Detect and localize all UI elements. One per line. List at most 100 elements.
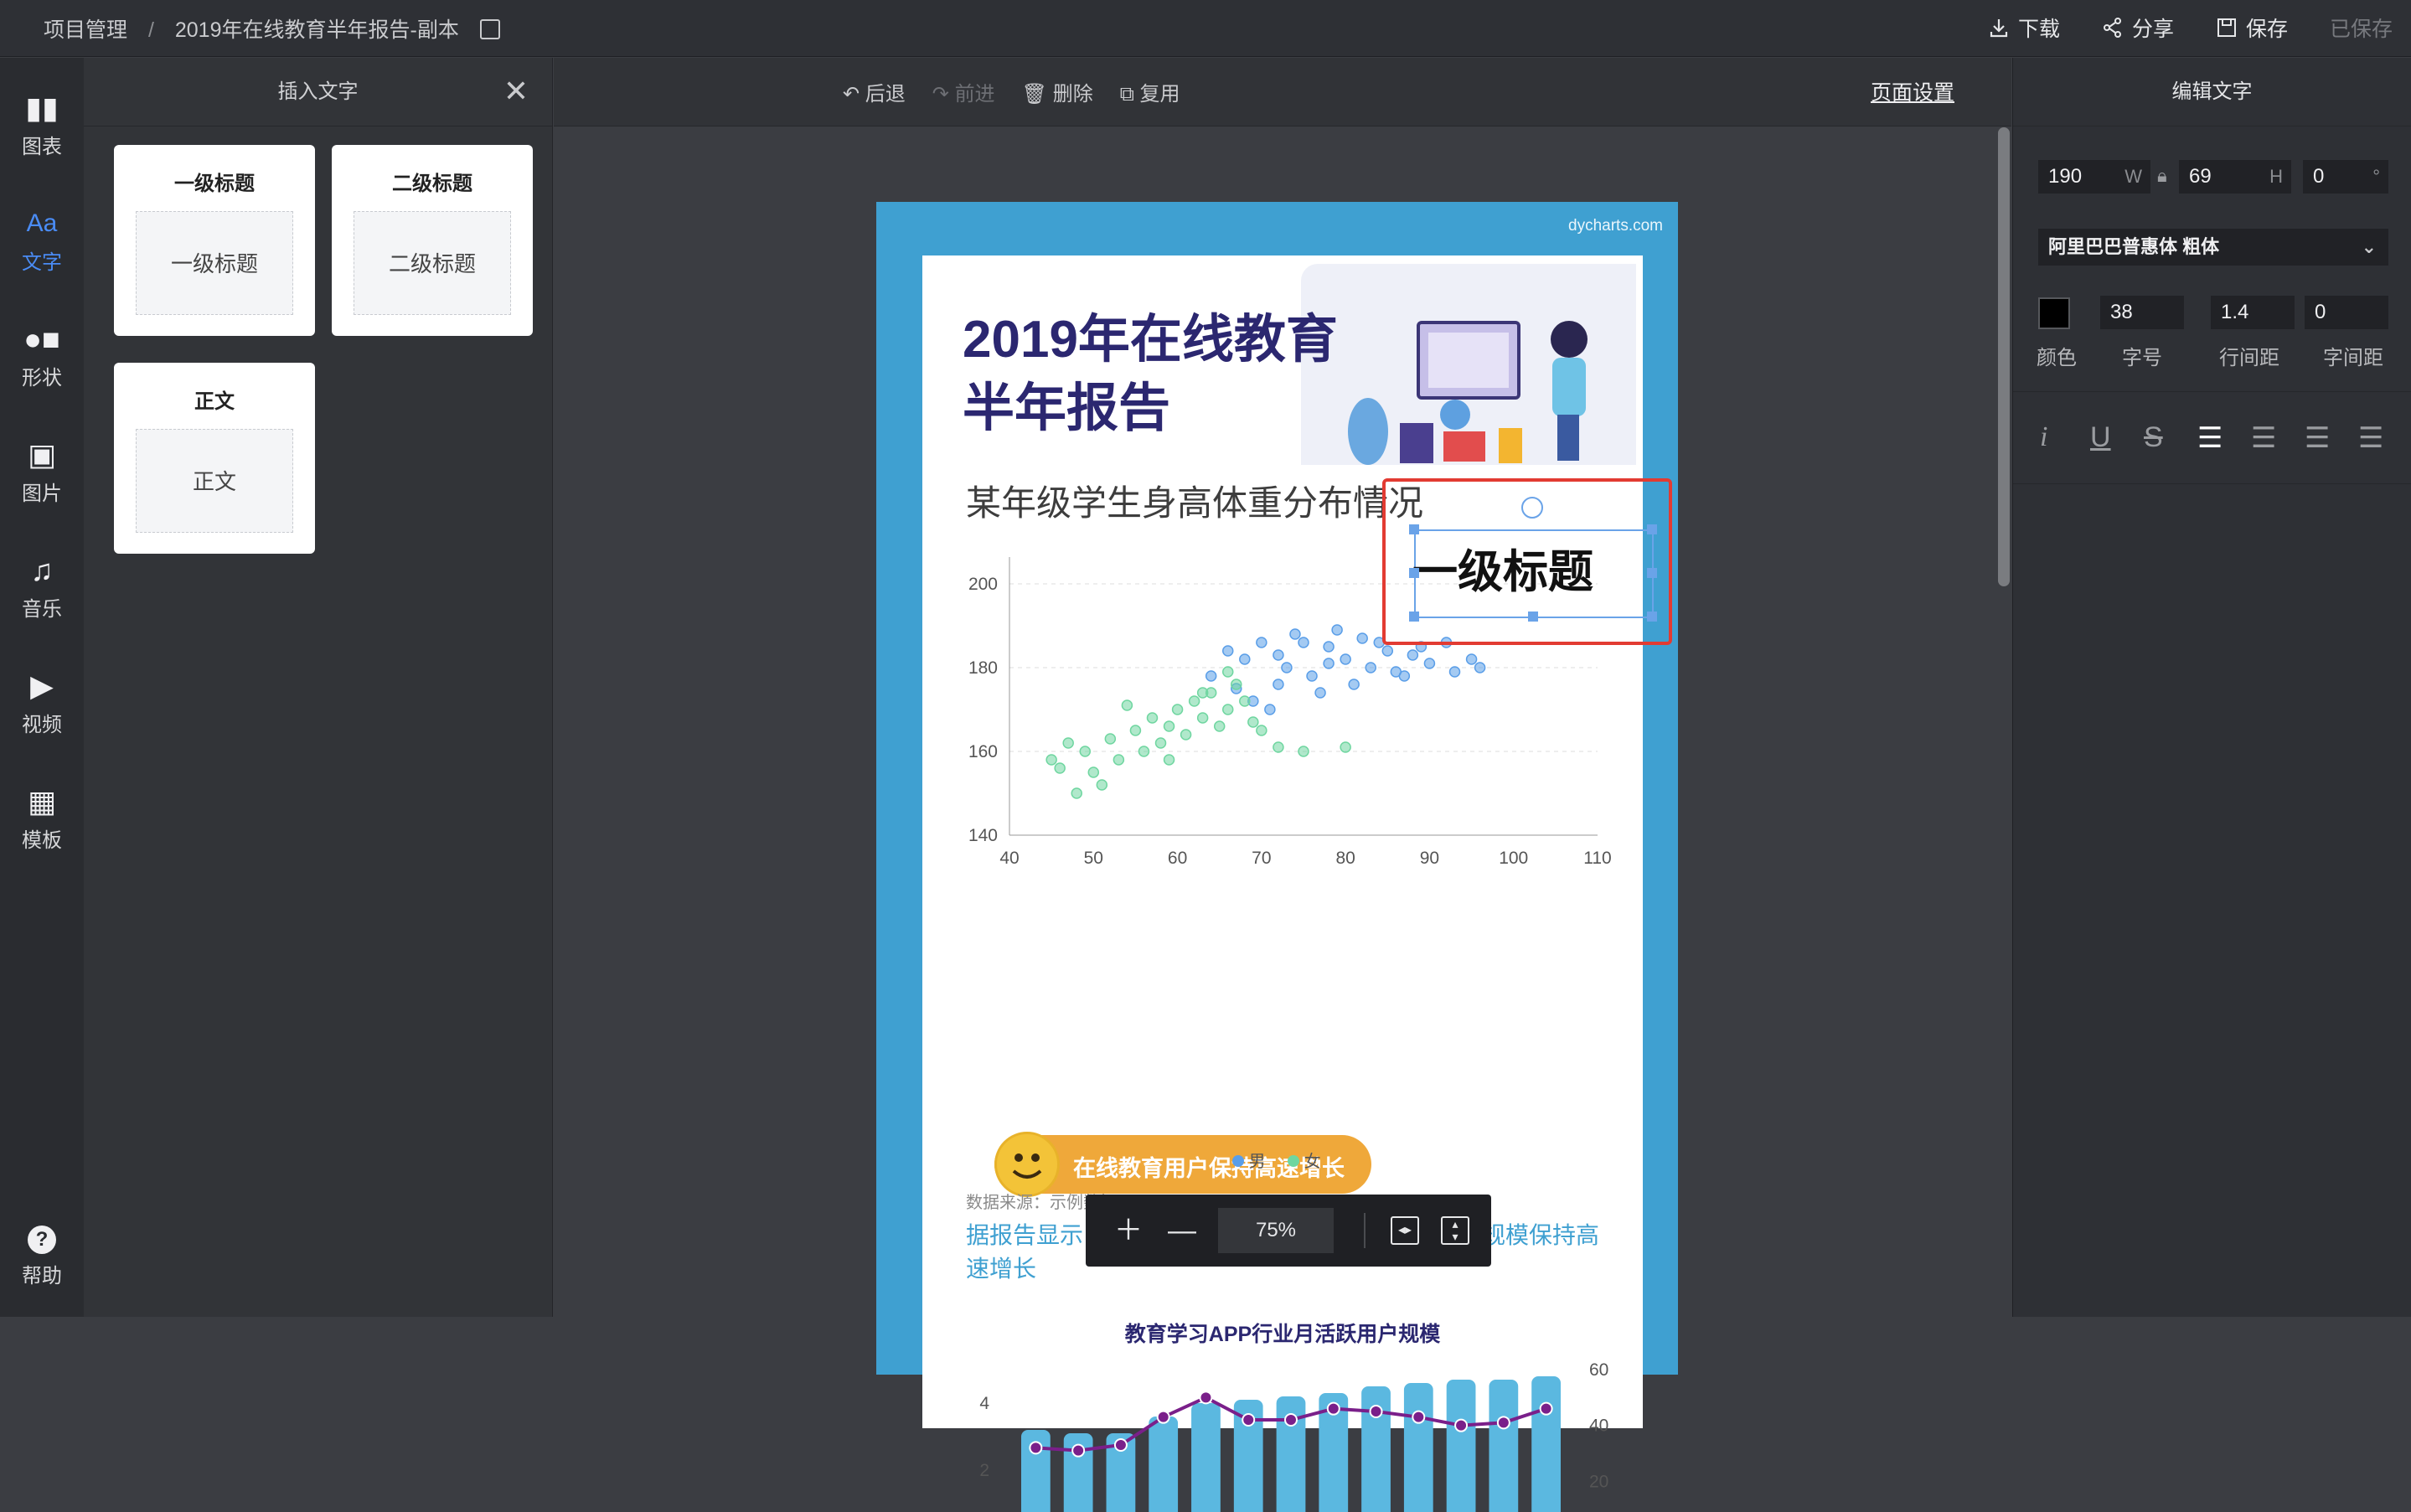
insert-text-panel: 插入文字 ✕ 一级标题 一级标题 二级标题 二级标题 正文 正文: [84, 58, 553, 1317]
sidebar-item-label: 文字: [22, 251, 62, 274]
chart-icon: ▮▮: [25, 90, 59, 125]
sidebar-item-text[interactable]: Aa 文字: [0, 207, 84, 275]
card-preview: 一级标题: [136, 211, 293, 315]
text-style-card-h1[interactable]: 一级标题 一级标题: [114, 145, 315, 336]
page-settings-link[interactable]: 页面设置: [1871, 76, 1954, 106]
line-point: [1284, 1413, 1298, 1427]
fit-width-icon[interactable]: ◂▸: [1391, 1216, 1419, 1245]
text-style-card-body[interactable]: 正文 正文: [114, 363, 315, 554]
sidebar-item-shape[interactable]: ●■ 形状: [0, 323, 84, 390]
strikethrough-icon[interactable]: S: [2144, 421, 2163, 454]
scatter-point: [1306, 670, 1318, 682]
scatter-point: [1239, 653, 1251, 665]
help-button[interactable]: ? 帮助: [0, 1226, 84, 1288]
sidebar-item-label: 模板: [22, 829, 62, 852]
x-tick-label: 70: [1252, 849, 1271, 868]
underline-icon[interactable]: U: [2090, 421, 2111, 454]
delete-button[interactable]: 🗑︎ 删除: [1022, 77, 1093, 106]
sidebar-item-label: 图片: [22, 482, 62, 505]
font-select[interactable]: 阿里巴巴普惠体 粗体 ⌄: [2038, 229, 2388, 266]
scatter-point: [1096, 779, 1108, 791]
font-size-value: 38: [2110, 301, 2133, 323]
sidebar-item-music[interactable]: ♫ 音乐: [0, 554, 84, 622]
scatter-point: [1298, 637, 1309, 648]
font-size-field[interactable]: 38: [2100, 296, 2184, 329]
letter-spacing-field[interactable]: 0: [2305, 296, 2388, 329]
x-tick-label: 90: [1420, 849, 1439, 868]
y-tick-label: 180: [968, 658, 998, 678]
italic-icon[interactable]: i: [2040, 421, 2047, 453]
sidebar-item-label: 形状: [22, 367, 62, 390]
scatter-point: [1474, 662, 1486, 673]
fit-height-icon[interactable]: ▴ ▾: [1441, 1216, 1469, 1245]
zoom-in-button[interactable]: ＋: [1114, 1210, 1143, 1251]
scatter-point: [1348, 679, 1360, 690]
scatter-point: [1340, 741, 1351, 753]
resize-handle-l[interactable]: [1409, 568, 1419, 578]
align-center-icon[interactable]: ☰: [2251, 421, 2276, 455]
save-icon: [2217, 18, 2236, 37]
color-swatch[interactable]: [2038, 297, 2070, 329]
scatter-point: [1331, 624, 1343, 636]
zoom-out-button[interactable]: —: [1168, 1210, 1196, 1251]
resize-handle-bl[interactable]: [1409, 612, 1419, 622]
help-icon: ?: [28, 1226, 56, 1254]
height-unit: H: [2269, 166, 2283, 187]
line-point: [1326, 1401, 1340, 1416]
resize-handle-b[interactable]: [1528, 612, 1538, 622]
bar-chart-title[interactable]: 教育学习APP行业月活跃用户规模: [922, 1318, 1643, 1348]
scatter-point: [1163, 754, 1175, 766]
y-right-tick-label: 60: [1589, 1360, 1608, 1380]
scatter-point: [1213, 720, 1226, 732]
card-title: 一级标题: [174, 173, 255, 195]
width-field[interactable]: 190 W: [2038, 160, 2150, 194]
save-button[interactable]: 保存: [2216, 13, 2288, 43]
sidebar-item-video[interactable]: ▶ 视频: [0, 669, 84, 737]
font-size-label: 字号: [2122, 347, 2162, 369]
scatter-point: [1231, 679, 1242, 690]
scatter-point: [1256, 637, 1267, 648]
zoom-control: ＋ — 75% ◂▸ ▴ ▾: [1086, 1195, 1491, 1267]
letter-spacing-label: 字间距: [2323, 347, 2383, 369]
panel-header: 插入文字 ✕: [84, 58, 552, 126]
canvas-scrollbar[interactable]: [1998, 127, 2010, 586]
resize-handle-br[interactable]: [1647, 612, 1657, 622]
align-right-icon[interactable]: ☰: [2305, 421, 2330, 455]
undo-button[interactable]: ↶ 后退: [843, 77, 906, 106]
scatter-point: [1196, 712, 1209, 724]
sidebar-item-chart[interactable]: ▮▮ 图表: [0, 91, 84, 159]
scatter-point: [1314, 687, 1326, 699]
close-icon[interactable]: ✕: [503, 76, 529, 106]
color-label: 颜色: [2037, 347, 2077, 369]
redo-button[interactable]: ↷ 前进: [932, 77, 995, 106]
lock-icon[interactable]: 🔒︎: [2157, 165, 2167, 187]
selected-heading-text[interactable]: 一级标题: [1412, 534, 1593, 601]
x-tick-label: 50: [1084, 849, 1103, 868]
share-button[interactable]: 分享: [2102, 13, 2174, 43]
combo-chart[interactable]: 0240204060: [922, 1344, 1643, 1512]
text-style-card-h2[interactable]: 二级标题 二级标题: [332, 145, 533, 336]
download-label: 下载: [2017, 18, 2060, 41]
download-button[interactable]: 下载: [1988, 13, 2060, 43]
delete-label: 删除: [1052, 83, 1093, 106]
align-justify-icon[interactable]: ☰: [2358, 421, 2383, 455]
resize-handle-tr[interactable]: [1647, 524, 1657, 534]
line-height-field[interactable]: 1.4: [2211, 296, 2295, 329]
rotate-handle[interactable]: [1521, 497, 1543, 519]
page-title[interactable]: 2019年在线教育 半年报告: [963, 306, 1338, 443]
title-line-2: 半年报告: [963, 379, 1171, 437]
sidebar-item-template[interactable]: ▦ 模板: [0, 785, 84, 853]
resize-handle-r[interactable]: [1647, 568, 1657, 578]
resize-handle-tl[interactable]: [1409, 524, 1419, 534]
duplicate-button[interactable]: ⧉ 复用: [1120, 77, 1180, 106]
rotation-field[interactable]: 0 °: [2303, 160, 2388, 194]
breadcrumb-root[interactable]: 项目管理: [44, 18, 127, 42]
edit-title-icon[interactable]: [479, 19, 500, 40]
sidebar-item-image[interactable]: ▣ 图片: [0, 438, 84, 506]
zoom-level[interactable]: 75%: [1218, 1208, 1334, 1253]
height-field[interactable]: 69 H: [2179, 160, 2291, 194]
scatter-point: [1121, 699, 1133, 711]
line-point: [1539, 1401, 1553, 1416]
scatter-chart-title[interactable]: 某年级学生身高体重分布情况: [966, 475, 1423, 526]
align-left-icon[interactable]: ☰: [2197, 421, 2223, 455]
